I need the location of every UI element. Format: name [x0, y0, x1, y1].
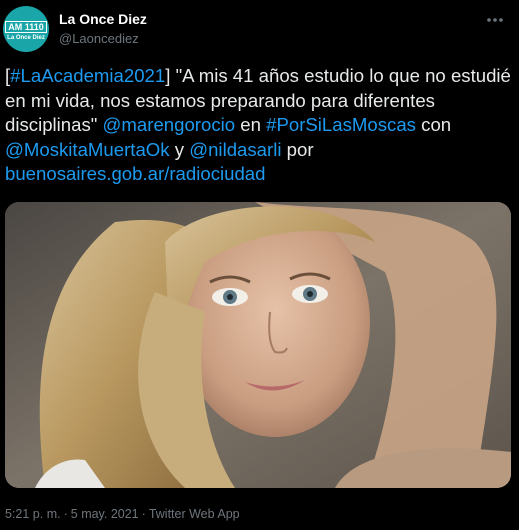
photo-portrait: [5, 202, 511, 488]
url-link[interactable]: buenosaires.gob.ar/radiociudad: [5, 163, 266, 184]
hashtag-link[interactable]: #LaAcademia2021: [10, 65, 165, 86]
tweet-photo[interactable]: [5, 202, 511, 488]
tweet-text-segment: por: [281, 138, 314, 160]
tweet-text-segment: con: [415, 114, 452, 135]
more-horizontal-icon[interactable]: [483, 8, 507, 32]
tweet-source[interactable]: Twitter Web App: [149, 507, 240, 521]
tweet-text: [#LaAcademia2021] "A mis 41 años estudio…: [5, 64, 515, 187]
mention-link[interactable]: @marengorocio: [103, 114, 236, 135]
tweet-text-segment: y: [169, 138, 190, 160]
tweet-footer: 5:21 p. m. · 5 may. 2021 · Twitter Web App: [5, 506, 240, 522]
footer-separator: ·: [63, 507, 68, 521]
more-dots-glyph: [487, 18, 503, 22]
footer-separator-2: ·: [141, 507, 146, 521]
tweet-date[interactable]: 5 may. 2021: [71, 507, 139, 521]
avatar[interactable]: AM 1110 La Once Diez: [3, 6, 49, 52]
author-handle[interactable]: @Laoncediez: [59, 30, 147, 48]
avatar-logo-top: AM 1110: [5, 20, 47, 33]
hashtag-link[interactable]: #PorSiLasMoscas: [266, 114, 416, 135]
tweet: AM 1110 La Once Diez La Once Diez @Laonc…: [0, 0, 519, 530]
author-names: La Once Diez @Laoncediez: [59, 10, 147, 48]
tweet-text-segment: en: [235, 114, 267, 135]
avatar-logo-bottom: La Once Diez: [7, 34, 45, 41]
author-display-name[interactable]: La Once Diez: [59, 10, 147, 28]
mention-link[interactable]: @nildasarli: [189, 139, 281, 160]
mention-link[interactable]: @MoskitaMuertaOk: [5, 139, 170, 160]
tweet-time[interactable]: 5:21 p. m.: [5, 507, 61, 521]
tweet-header: AM 1110 La Once Diez La Once Diez @Laonc…: [3, 6, 519, 54]
